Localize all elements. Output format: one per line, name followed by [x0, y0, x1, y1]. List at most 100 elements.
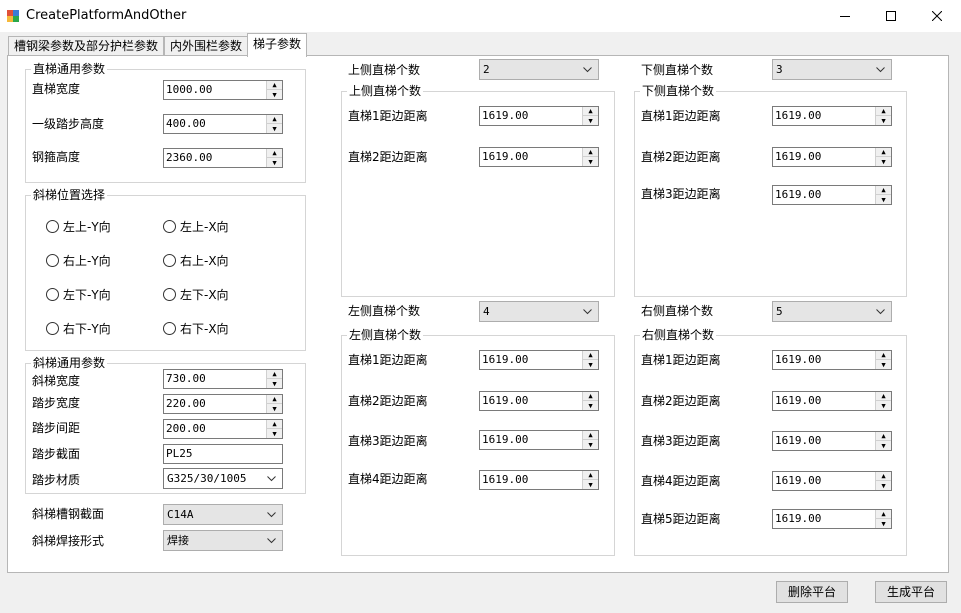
chevron-down-icon	[267, 476, 276, 482]
chevron-down-icon	[876, 309, 885, 315]
first-step-height-input[interactable]: 400.00 ▴ ▾	[163, 112, 283, 135]
incline-width-input[interactable]: 730.00 ▴ ▾	[163, 367, 283, 390]
field-label: 直梯1距边距离	[641, 109, 721, 123]
maximize-icon	[886, 11, 896, 21]
spin-down-icon[interactable]: ▾	[876, 358, 891, 371]
radio-bottom-right-x[interactable]: 右下-X向	[163, 320, 229, 337]
step-width-input[interactable]: 220.00 ▴ ▾	[163, 392, 283, 415]
spin-down-icon[interactable]: ▾	[583, 399, 598, 412]
radio-top-right-y[interactable]: 右上-Y向	[46, 252, 111, 269]
right-ladder-4-distance-input[interactable]: 1619.00 ▴ ▾	[772, 469, 892, 492]
bottom-ladder-1-distance-input[interactable]: 1619.00 ▴ ▾	[772, 104, 892, 127]
tab-ladder[interactable]: 梯子参数	[247, 33, 308, 57]
group-legend: 直梯通用参数	[31, 62, 108, 76]
radio-top-left-y[interactable]: 左上-Y向	[46, 218, 111, 235]
spin-down-icon[interactable]: ▾	[583, 155, 598, 168]
spin-down-icon[interactable]: ▾	[876, 155, 891, 168]
left-ladder-3-distance-input[interactable]: 1619.00 ▴ ▾	[479, 428, 599, 451]
tab-page-ladder: 直梯通用参数 直梯宽度 1000.00 ▴ ▾ 一级踏步高度 400.00 ▴ ▾ …	[7, 55, 949, 573]
field-label: 斜梯槽钢截面	[32, 507, 105, 521]
spin-down-icon[interactable]: ▾	[267, 122, 282, 135]
spin-down-icon[interactable]: ▾	[876, 479, 891, 492]
radio-icon	[163, 254, 176, 267]
radio-bottom-right-y[interactable]: 右下-Y向	[46, 320, 111, 337]
right-count-select[interactable]: 5	[772, 301, 892, 322]
field-label: 直梯3距边距离	[641, 187, 721, 201]
spin-down-icon[interactable]: ▾	[267, 88, 282, 101]
radio-icon	[46, 220, 59, 233]
chevron-down-icon	[583, 67, 592, 73]
step-section-input[interactable]: PL25	[163, 444, 283, 464]
top-ladder-2-distance-input[interactable]: 1619.00 ▴ ▾	[479, 145, 599, 168]
straight-width-input[interactable]: 1000.00 ▴ ▾	[163, 78, 283, 101]
close-button[interactable]	[914, 0, 960, 32]
spin-down-icon[interactable]: ▾	[583, 438, 598, 451]
group-legend: 右侧直梯个数	[640, 328, 717, 342]
radio-top-right-x[interactable]: 右上-X向	[163, 252, 229, 269]
right-ladder-3-distance-input[interactable]: 1619.00 ▴ ▾	[772, 429, 892, 452]
field-label: 直梯2距边距离	[348, 150, 428, 164]
left-count-select[interactable]: 4	[479, 301, 599, 322]
chevron-down-icon	[876, 67, 885, 73]
bottom-ladder-2-distance-input[interactable]: 1619.00 ▴ ▾	[772, 145, 892, 168]
minimize-icon	[840, 16, 850, 17]
field-label: 直梯宽度	[32, 82, 81, 96]
generate-platform-button[interactable]: 生成平台	[875, 581, 947, 603]
spin-down-icon[interactable]: ▾	[876, 114, 891, 127]
tab-railing[interactable]: 内外围栏参数	[164, 36, 249, 56]
chevron-down-icon	[267, 512, 276, 518]
weld-type-select[interactable]: 焊接	[163, 530, 283, 551]
radio-icon	[46, 288, 59, 301]
spin-down-icon[interactable]: ▾	[267, 377, 282, 390]
delete-platform-button[interactable]: 删除平台	[776, 581, 848, 603]
field-label: 直梯5距边距离	[641, 512, 721, 526]
radio-bottom-left-x[interactable]: 左下-X向	[163, 286, 229, 303]
group-legend: 斜梯通用参数	[31, 356, 108, 370]
bottom-count-select[interactable]: 3	[772, 59, 892, 80]
field-label: 直梯1距边距离	[348, 109, 428, 123]
spin-down-icon[interactable]: ▾	[583, 358, 598, 371]
spin-down-icon[interactable]: ▾	[267, 427, 282, 440]
field-label: 直梯1距边距离	[348, 353, 428, 367]
group-legend: 下侧直梯个数	[640, 84, 717, 98]
spin-down-icon[interactable]: ▾	[876, 193, 891, 206]
left-ladder-4-distance-input[interactable]: 1619.00 ▴ ▾	[479, 468, 599, 491]
top-ladder-1-distance-input[interactable]: 1619.00 ▴ ▾	[479, 104, 599, 127]
left-ladder-1-distance-input[interactable]: 1619.00 ▴ ▾	[479, 348, 599, 371]
top-count-label: 上侧直梯个数	[348, 63, 421, 77]
bottom-ladder-3-distance-input[interactable]: 1619.00 ▴ ▾	[772, 183, 892, 206]
spin-down-icon[interactable]: ▾	[876, 517, 891, 530]
spin-down-icon[interactable]: ▾	[876, 439, 891, 452]
field-label: 钢箍高度	[32, 150, 81, 164]
spin-down-icon[interactable]: ▾	[267, 156, 282, 169]
right-ladder-5-distance-input[interactable]: 1619.00 ▴ ▾	[772, 507, 892, 530]
field-label: 直梯3距边距离	[641, 434, 721, 448]
radio-top-left-x[interactable]: 左上-X向	[163, 218, 229, 235]
spin-down-icon[interactable]: ▾	[876, 399, 891, 412]
left-ladder-2-distance-input[interactable]: 1619.00 ▴ ▾	[479, 389, 599, 412]
field-label: 斜梯宽度	[32, 374, 81, 388]
step-material-select[interactable]: G325/30/1005	[163, 468, 283, 489]
hoop-height-input[interactable]: 2360.00 ▴ ▾	[163, 146, 283, 169]
right-count-label: 右侧直梯个数	[641, 304, 714, 318]
spin-down-icon[interactable]: ▾	[583, 114, 598, 127]
maximize-button[interactable]	[868, 0, 914, 32]
top-count-select[interactable]: 2	[479, 59, 599, 80]
radio-icon	[163, 322, 176, 335]
channel-section-select[interactable]: C14A	[163, 504, 283, 525]
field-label: 直梯3距边距离	[348, 434, 428, 448]
spin-down-icon[interactable]: ▾	[267, 402, 282, 415]
left-count-label: 左侧直梯个数	[348, 304, 421, 318]
tab-channel-beam[interactable]: 槽钢梁参数及部分护栏参数	[8, 36, 165, 56]
right-ladder-1-distance-input[interactable]: 1619.00 ▴ ▾	[772, 348, 892, 371]
radio-icon	[46, 322, 59, 335]
field-label: 直梯4距边距离	[348, 472, 428, 486]
minimize-button[interactable]	[822, 0, 868, 32]
radio-icon	[46, 254, 59, 267]
group-legend: 斜梯位置选择	[31, 188, 108, 202]
step-spacing-input[interactable]: 200.00 ▴ ▾	[163, 417, 283, 440]
radio-bottom-left-y[interactable]: 左下-Y向	[46, 286, 111, 303]
right-ladder-2-distance-input[interactable]: 1619.00 ▴ ▾	[772, 389, 892, 412]
spin-down-icon[interactable]: ▾	[583, 478, 598, 491]
close-icon	[932, 11, 942, 21]
